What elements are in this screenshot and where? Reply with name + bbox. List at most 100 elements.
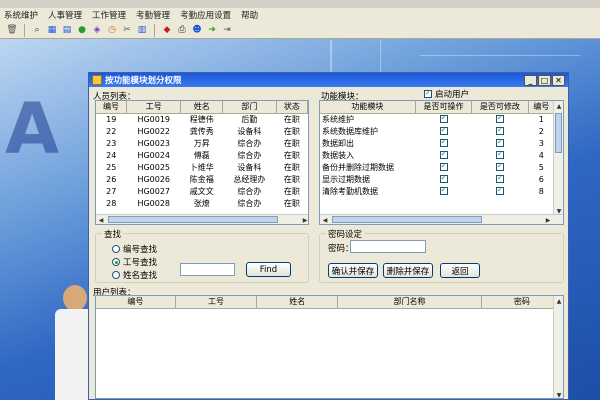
scroll-left-icon[interactable]: ◀ <box>320 215 330 224</box>
confirm-save-button[interactable]: 确认并保存 <box>328 263 378 278</box>
arrow-icon[interactable]: ➜ <box>206 24 218 36</box>
checkbox-box[interactable] <box>424 88 432 98</box>
column-header[interactable]: 是否可操作 <box>415 101 473 114</box>
table-cell[interactable]: 在职 <box>276 137 307 149</box>
table-cell[interactable]: 19 <box>96 113 127 125</box>
table-cell[interactable]: 在职 <box>276 173 307 185</box>
modifiable-checkbox[interactable] <box>495 125 504 135</box>
table-cell[interactable]: 后勤 <box>223 113 277 125</box>
column-header[interactable]: 功能模块 <box>320 101 416 114</box>
table-row[interactable]: 22 HG0022 龚传秀 设备科 在职 <box>96 125 308 137</box>
table-cell[interactable]: HG0022 <box>127 125 181 137</box>
radio-dot[interactable] <box>112 245 120 253</box>
module-id-cell[interactable]: 2 <box>528 125 554 137</box>
module-id-cell[interactable]: 5 <box>528 161 554 173</box>
scroll-thumb[interactable] <box>332 216 482 223</box>
scroll-thumb[interactable] <box>555 113 562 153</box>
column-header[interactable]: 姓名 <box>256 296 339 309</box>
menu-item[interactable]: 考勤管理 <box>136 9 170 21</box>
binoculars-icon[interactable]: ⌕ <box>31 24 43 36</box>
table-cell[interactable]: 在职 <box>276 161 307 173</box>
module-id-cell[interactable]: 1 <box>528 113 554 125</box>
operable-checkbox[interactable] <box>439 149 448 159</box>
table-cell[interactable]: 戚文文 <box>181 185 223 197</box>
table-cell[interactable]: 傅磊 <box>181 149 223 161</box>
table-cell[interactable]: 综合办 <box>223 137 277 149</box>
modifiable-checkbox[interactable] <box>495 161 504 171</box>
table-cell[interactable]: 在职 <box>276 197 307 209</box>
enable-user-checkbox[interactable]: 启动用户 <box>424 88 469 100</box>
module-name-cell[interactable]: 数据卸出 <box>320 137 415 149</box>
table-cell[interactable]: HG0023 <box>127 137 181 149</box>
table-cell[interactable]: HG0028 <box>127 197 181 209</box>
table-row[interactable]: 显示过期数据 6 <box>320 173 555 185</box>
table-cell[interactable]: HG0027 <box>127 185 181 197</box>
operable-checkbox[interactable] <box>439 113 448 124</box>
close-button[interactable]: ✕ <box>552 74 565 86</box>
table-cell[interactable]: 张燎 <box>181 197 223 209</box>
table-cell[interactable]: 24 <box>96 149 127 161</box>
horizontal-scrollbar[interactable]: ◀ ▶ <box>320 214 563 224</box>
menu-item[interactable]: 人事管理 <box>48 9 82 21</box>
scroll-right-icon[interactable]: ▶ <box>300 215 308 224</box>
table-row[interactable]: 24 HG0024 傅磊 综合办 在职 <box>96 149 308 161</box>
table-icon[interactable]: ▤ <box>61 24 73 36</box>
module-name-cell[interactable]: 系统数据库维护 <box>320 125 415 137</box>
module-name-cell[interactable]: 系统维护 <box>320 113 415 125</box>
operable-checkbox[interactable] <box>439 173 448 183</box>
column-header[interactable]: 编号 <box>96 101 128 114</box>
modifiable-checkbox[interactable] <box>495 137 504 147</box>
column-header[interactable]: 编号 <box>528 101 556 114</box>
radio-dot[interactable] <box>112 271 120 279</box>
modifiable-checkbox[interactable] <box>495 149 504 159</box>
radio-search-by-workno[interactable]: 工号查找 <box>112 256 157 268</box>
table-cell[interactable]: HG0024 <box>127 149 181 161</box>
radio-dot[interactable] <box>112 258 120 266</box>
table-cell[interactable]: 程德伟 <box>181 113 223 125</box>
table-cell[interactable]: 23 <box>96 137 127 149</box>
radio-search-by-id[interactable]: 编号查找 <box>112 243 157 255</box>
dialog-titlebar[interactable]: 按功能模块划分权限 _ □ ✕ <box>89 73 568 87</box>
grid-icon[interactable]: ▦ <box>46 24 58 36</box>
horizontal-scrollbar[interactable]: ◀ ▶ <box>96 214 308 224</box>
scroll-down-icon[interactable]: ▼ <box>554 390 563 399</box>
table-cell[interactable]: 25 <box>96 161 127 173</box>
table-row[interactable]: 28 HG0028 张燎 综合办 在职 <box>96 197 308 209</box>
table-cell[interactable]: 设备科 <box>223 161 277 173</box>
column-header[interactable]: 姓名 <box>180 101 224 114</box>
search-input[interactable] <box>180 263 235 276</box>
table-row[interactable]: 系统数据库维护 2 <box>320 125 555 137</box>
module-name-cell[interactable]: 备份并删除过期数据 <box>320 161 415 173</box>
module-id-cell[interactable]: 8 <box>528 185 554 197</box>
table-cell[interactable]: 陈金福 <box>181 173 223 185</box>
modifiable-checkbox[interactable] <box>495 185 504 195</box>
table-cell[interactable]: 综合办 <box>223 197 277 209</box>
table-cell[interactable]: 26 <box>96 173 127 185</box>
table-row[interactable]: 系统维护 1 <box>320 113 555 125</box>
green-circle-icon[interactable]: ● <box>76 24 88 36</box>
delete-icon[interactable]: 🗑 <box>6 24 18 36</box>
table-cell[interactable]: 龚传秀 <box>181 125 223 137</box>
vertical-scrollbar[interactable]: ▲ ▼ <box>553 296 563 399</box>
menu-item[interactable]: 工作管理 <box>92 9 126 21</box>
table-row[interactable]: 19 HG0019 程德伟 后勤 在职 <box>96 113 308 125</box>
scroll-thumb[interactable] <box>108 216 278 223</box>
table-row[interactable]: 清除考勤机数据 8 <box>320 185 555 197</box>
table-cell[interactable]: 在职 <box>276 185 307 197</box>
printer-icon[interactable]: ⎙ <box>176 24 188 36</box>
module-id-cell[interactable]: 6 <box>528 173 554 185</box>
vertical-scrollbar[interactable]: ▲ ▼ <box>553 101 563 216</box>
column-header[interactable]: 编号 <box>96 296 176 309</box>
table-cell[interactable]: 27 <box>96 185 127 197</box>
people-icon[interactable]: ☻ <box>191 24 203 36</box>
table-row[interactable]: 23 HG0023 万昇 综合办 在职 <box>96 137 308 149</box>
clock-icon[interactable]: ◷ <box>106 24 118 36</box>
table-row[interactable]: 26 HG0026 陈金福 总经理办 在职 <box>96 173 308 185</box>
table-row[interactable]: 数据卸出 3 <box>320 137 555 149</box>
table-cell[interactable]: 综合办 <box>223 149 277 161</box>
operable-checkbox[interactable] <box>439 185 448 195</box>
column-header[interactable]: 状态 <box>276 101 308 114</box>
password-input[interactable] <box>350 240 426 253</box>
module-id-cell[interactable]: 4 <box>528 149 554 161</box>
modifiable-checkbox[interactable] <box>495 173 504 183</box>
